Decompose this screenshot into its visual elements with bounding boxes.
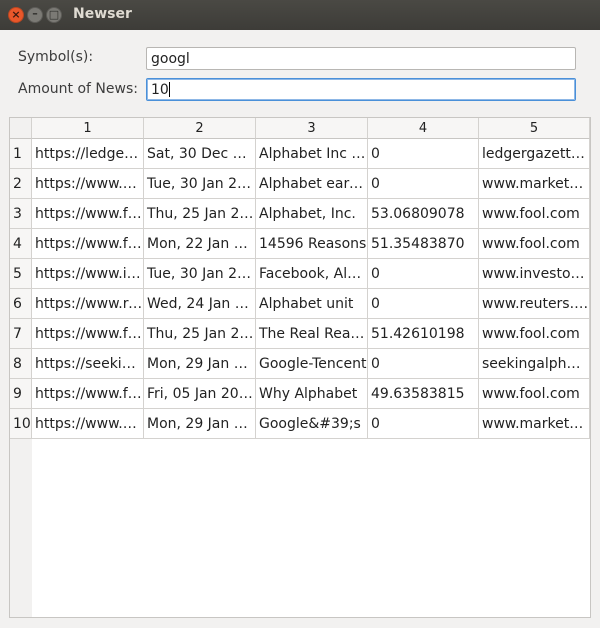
table-cell[interactable]: www.fool.com [479,319,590,349]
table-row: 7https://www.fool.com/Thu, 25 Jan 2018Th… [10,319,590,349]
minimize-window-button[interactable]: – [27,7,43,23]
table-row: 1https://ledgergazette.com/Sat, 30 Dec 2… [10,139,590,169]
row-header[interactable]: 3 [10,199,32,229]
table-row: 4https://www.fool.com/Mon, 22 Jan 201814… [10,229,590,259]
table-row: 8https://seekingalpha.com/Mon, 29 Jan 20… [10,349,590,379]
close-window-button[interactable]: × [8,7,24,23]
symbol-input[interactable]: googl [146,47,576,70]
text-caret [168,82,170,97]
table-cell[interactable]: Why Alphabet [256,379,368,409]
table-cell[interactable]: Sat, 30 Dec 2017 [144,139,256,169]
table-cell[interactable]: seekingalpha.com [479,349,590,379]
table-cell[interactable]: https://www.marketwatch.com/ [32,169,144,199]
row-header[interactable]: 10 [10,409,32,439]
table-cell[interactable]: Fri, 05 Jan 2018 [144,379,256,409]
row-header[interactable]: 6 [10,289,32,319]
table-cell[interactable]: www.investors.com [479,259,590,289]
table-cell[interactable]: https://www.reuters.com/ [32,289,144,319]
column-header-4[interactable]: 4 [368,118,479,139]
table-cell[interactable]: 14596 Reasons [256,229,368,259]
row-header[interactable]: 2 [10,169,32,199]
table-cell[interactable]: Mon, 22 Jan 2018 [144,229,256,259]
row-header[interactable]: 7 [10,319,32,349]
table-cell[interactable]: 0 [368,139,479,169]
row-header[interactable]: 4 [10,229,32,259]
amount-input-value: 10 [151,82,169,98]
news-table[interactable]: 12345 1https://ledgergazette.com/Sat, 30… [9,117,591,618]
table-cell[interactable]: Thu, 25 Jan 2018 [144,319,256,349]
table-cell[interactable]: Thu, 25 Jan 2018 [144,199,256,229]
table-cell[interactable]: 53.06809078 [368,199,479,229]
row-header[interactable]: 9 [10,379,32,409]
table-cell[interactable]: https://www.marketwatch.com/ [32,409,144,439]
table-cell[interactable]: https://www.fool.com/ [32,379,144,409]
column-header-1[interactable]: 1 [32,118,144,139]
table-row: 2https://www.marketwatch.com/Tue, 30 Jan… [10,169,590,199]
table-row: 10https://www.marketwatch.com/Mon, 29 Ja… [10,409,590,439]
title-bar: × – □ Newser [0,0,600,30]
row-header[interactable]: 5 [10,259,32,289]
column-header-2[interactable]: 2 [144,118,256,139]
table-cell[interactable]: Tue, 30 Jan 2018 [144,259,256,289]
symbol-label: Symbol(s): [18,49,94,65]
table-row: 6https://www.reuters.com/Wed, 24 Jan 201… [10,289,590,319]
table-cell[interactable]: www.marketwatch.com [479,169,590,199]
amount-input[interactable]: 10 [146,78,576,101]
table-cell[interactable]: Mon, 29 Jan 2018 [144,349,256,379]
table-cell[interactable]: 51.42610198 [368,319,479,349]
table-cell[interactable]: 0 [368,289,479,319]
table-cell[interactable]: 49.63583815 [368,379,479,409]
table-row: 5https://www.investors.com/Tue, 30 Jan 2… [10,259,590,289]
maximize-window-button[interactable]: □ [46,7,62,23]
table-cell[interactable]: Google-Tencent [256,349,368,379]
column-header-3[interactable]: 3 [256,118,368,139]
table-cell[interactable]: Facebook, Alphabet [256,259,368,289]
table-cell[interactable]: https://seekingalpha.com/ [32,349,144,379]
row-header[interactable]: 8 [10,349,32,379]
app-window: × – □ Newser Symbol(s): googl Amount of … [0,0,600,628]
table-cell[interactable]: https://www.fool.com/ [32,319,144,349]
column-header-5[interactable]: 5 [479,118,590,139]
table-cell[interactable]: www.fool.com [479,229,590,259]
table-cell[interactable]: Google&#39;s [256,409,368,439]
table-cell[interactable]: Wed, 24 Jan 2018 [144,289,256,319]
table-cell[interactable]: Mon, 29 Jan 2018 [144,409,256,439]
table-cell[interactable]: The Real Reason [256,319,368,349]
table-cell[interactable]: www.fool.com [479,199,590,229]
table-cell[interactable]: 51.35483870 [368,229,479,259]
table-cell[interactable]: https://ledgergazette.com/ [32,139,144,169]
table-cell[interactable]: https://www.fool.com/ [32,229,144,259]
table-cell[interactable]: www.fool.com [479,379,590,409]
row-header[interactable]: 1 [10,139,32,169]
table-cell[interactable]: www.reuters.com [479,289,590,319]
table-cell[interactable]: https://www.fool.com/ [32,199,144,229]
amount-label: Amount of News: [18,81,138,97]
table-cell[interactable]: Alphabet, Inc. [256,199,368,229]
table-cell[interactable]: https://www.investors.com/ [32,259,144,289]
table-row: 9https://www.fool.com/Fri, 05 Jan 2018Wh… [10,379,590,409]
table-cell[interactable]: Alphabet earnings [256,169,368,199]
table-cell[interactable]: Tue, 30 Jan 2018 [144,169,256,199]
table-cell[interactable]: 0 [368,409,479,439]
symbol-input-value: googl [151,51,190,67]
table-cell[interactable]: www.marketwatch.com [479,409,590,439]
table-cell[interactable]: 0 [368,259,479,289]
window-title: Newser [73,6,132,22]
table-cell[interactable]: ledgergazette.com [479,139,590,169]
table-corner-button[interactable] [10,118,32,139]
table-cell[interactable]: 0 [368,349,479,379]
table-cell[interactable]: Alphabet unit [256,289,368,319]
table-row: 3https://www.fool.com/Thu, 25 Jan 2018Al… [10,199,590,229]
table-cell[interactable]: 0 [368,169,479,199]
table-cell[interactable]: Alphabet Inc Class A [256,139,368,169]
